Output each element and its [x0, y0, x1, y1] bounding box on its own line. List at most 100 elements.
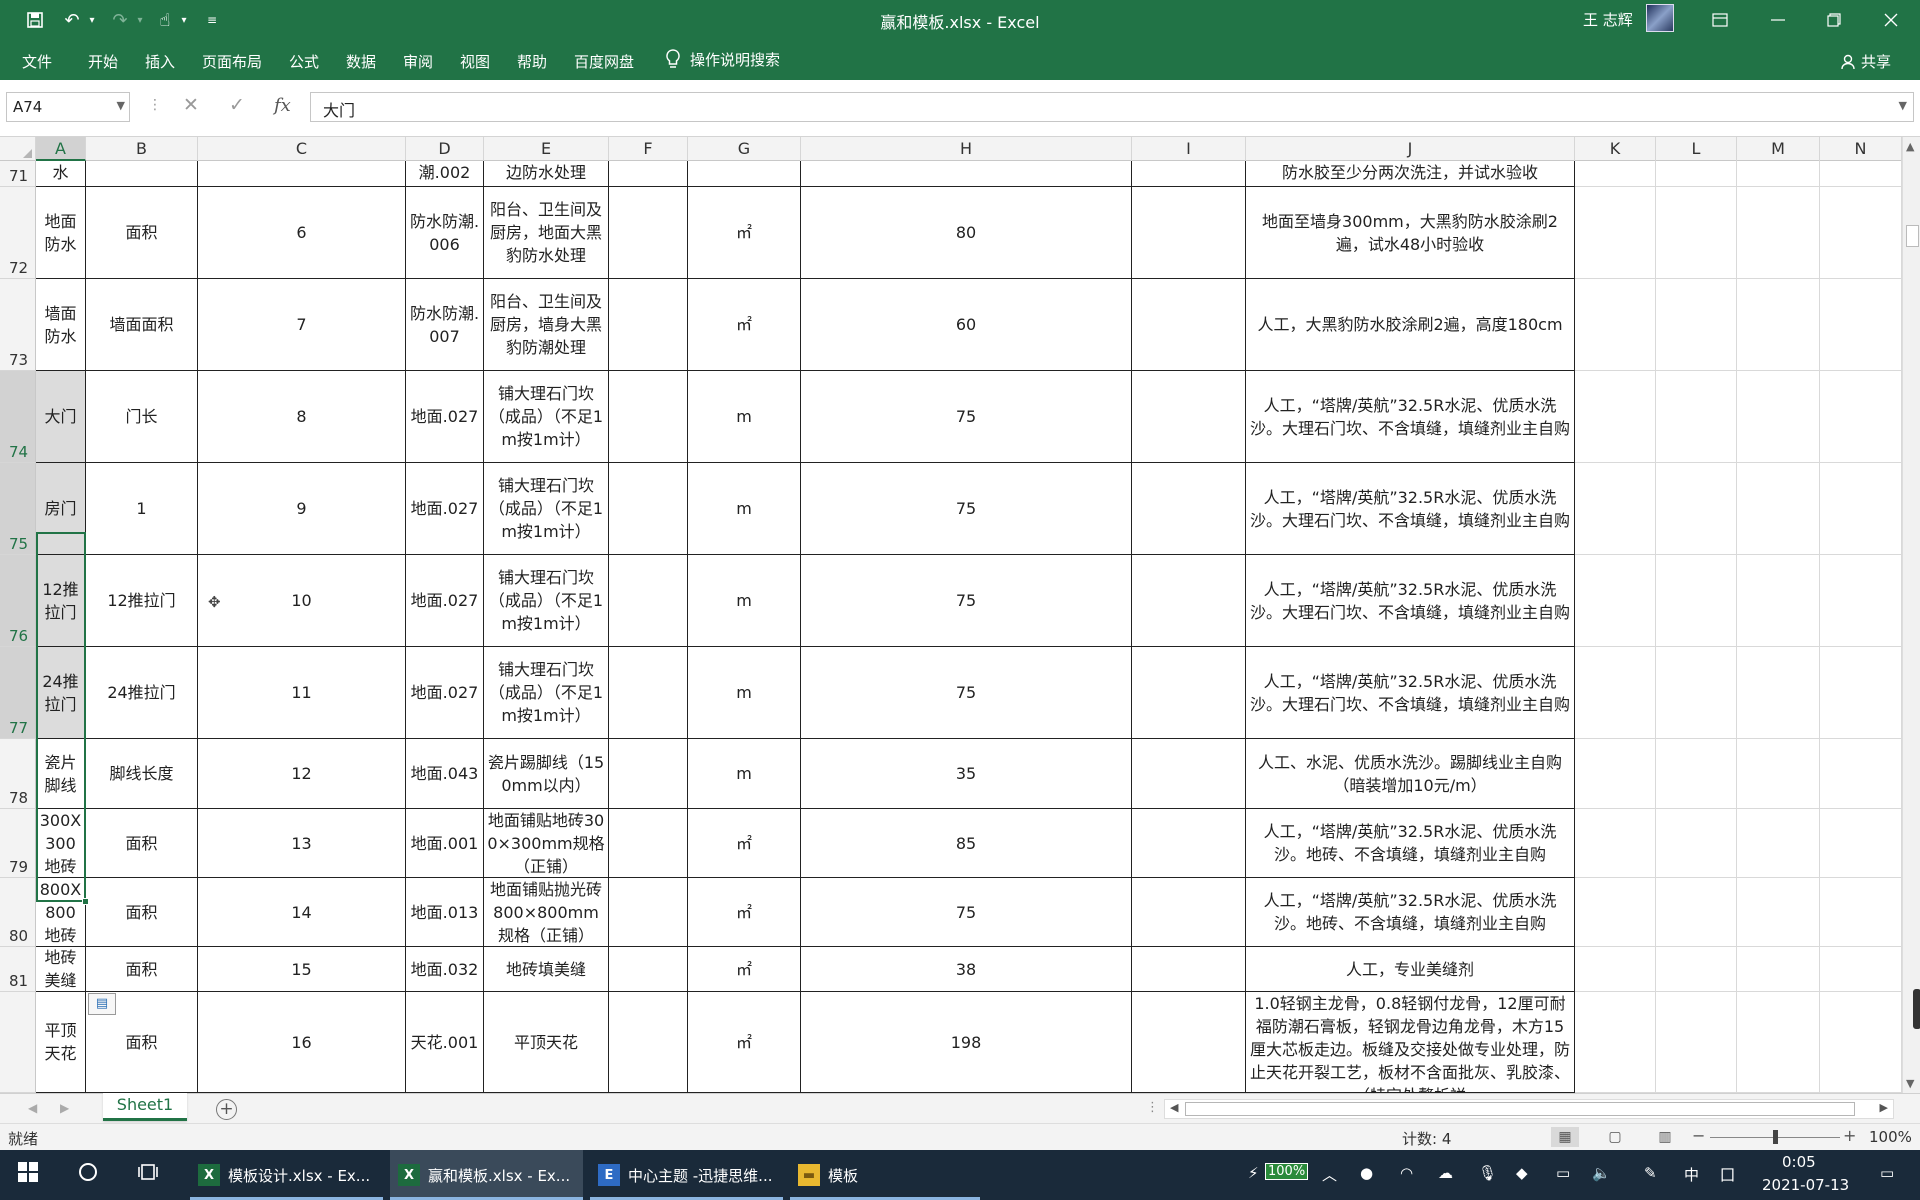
empty-cell[interactable] — [1575, 809, 1656, 878]
cell-anext[interactable]: 平顶天花 — [36, 992, 86, 1093]
tab-split-handle-icon[interactable]: ⋮ — [1146, 1100, 1159, 1115]
cell-f78[interactable] — [609, 739, 688, 809]
empty-cell[interactable] — [1656, 947, 1737, 992]
cell-j80[interactable]: 人工，“塔牌/英航”32.5R水泥、优质水洗沙。地砖、不含填缝，填缝剂业主自购 — [1246, 878, 1575, 947]
empty-cell[interactable] — [1656, 279, 1737, 371]
empty-cell[interactable] — [1737, 555, 1820, 647]
cell-inext[interactable] — [1132, 992, 1246, 1093]
cell-d81[interactable]: 地面.032 — [406, 947, 484, 992]
empty-cell[interactable] — [1820, 647, 1902, 739]
customize-qat-icon[interactable]: ≡ — [204, 8, 220, 32]
cell-h75[interactable]: 75 — [801, 463, 1132, 555]
cell-b79[interactable]: 面积 — [86, 809, 198, 878]
sheet-tab[interactable]: Sheet1 — [103, 1093, 187, 1121]
empty-cell[interactable] — [1575, 555, 1656, 647]
horizontal-scrollbar[interactable]: ◀ ▶ — [1164, 1099, 1894, 1119]
cell-d76[interactable]: 地面.027 — [406, 555, 484, 647]
empty-cell[interactable] — [1820, 279, 1902, 371]
select-all-button[interactable] — [0, 137, 36, 161]
column-header-b[interactable]: B — [86, 137, 198, 161]
cell-h81[interactable]: 38 — [801, 947, 1132, 992]
touch-mode-icon[interactable]: ☝ — [152, 8, 178, 32]
name-box[interactable]: A74 ▼ — [6, 92, 130, 122]
cell-b74[interactable]: 门长 — [86, 371, 198, 463]
cell-d74[interactable]: 地面.027 — [406, 371, 484, 463]
wechat-icon[interactable]: ● — [1360, 1164, 1373, 1182]
cell-f72[interactable] — [609, 187, 688, 279]
cell-c72[interactable]: 6 — [198, 187, 406, 279]
cell-d77[interactable]: 地面.027 — [406, 647, 484, 739]
cell-a76[interactable]: 12推拉门 — [36, 555, 86, 647]
column-header-l[interactable]: L — [1656, 137, 1737, 161]
status-count[interactable]: 计数: 4 — [1402, 1128, 1451, 1149]
cell-j81[interactable]: 人工，专业美缝剂 — [1246, 947, 1575, 992]
cell-j71[interactable]: 防水胶至少分两次洗注，并试水验收 — [1246, 161, 1575, 187]
cell-i71[interactable] — [1132, 161, 1246, 187]
cell-e73[interactable]: 阳台、卫生间及厨房，墙身大黑豹防潮处理 — [484, 279, 609, 371]
zoom-slider-thumb[interactable] — [1773, 1130, 1778, 1144]
cell-e77[interactable]: 铺大理石门坎（成品）（不足1m按1m计） — [484, 647, 609, 739]
page-layout-view-icon[interactable]: ▢ — [1601, 1127, 1629, 1147]
tell-me-search[interactable]: 操作说明搜索 — [664, 48, 780, 70]
empty-cell[interactable] — [1820, 739, 1902, 809]
cell-g77[interactable]: m — [688, 647, 801, 739]
row-header[interactable]: 74 — [0, 371, 36, 463]
cell-a72[interactable]: 地面防水 — [36, 187, 86, 279]
prev-sheet-icon[interactable]: ◀ — [28, 1101, 37, 1115]
cell-f75[interactable] — [609, 463, 688, 555]
cell-d73[interactable]: 防水防潮.007 — [406, 279, 484, 371]
scroll-up-icon[interactable]: ▲ — [1906, 140, 1914, 153]
undo-dropdown-icon[interactable]: ▾ — [86, 8, 98, 32]
empty-cell[interactable] — [1737, 647, 1820, 739]
search-icon[interactable] — [78, 1162, 98, 1187]
horizontal-scroll-thumb[interactable] — [1185, 1102, 1855, 1116]
empty-cell[interactable] — [1656, 992, 1737, 1093]
cell-f76[interactable] — [609, 555, 688, 647]
cell-c74[interactable]: 8 — [198, 371, 406, 463]
cell-d78[interactable]: 地面.043 — [406, 739, 484, 809]
tab-help[interactable]: 帮助 — [517, 51, 547, 72]
empty-cell[interactable] — [1656, 739, 1737, 809]
empty-cell[interactable] — [1656, 463, 1737, 555]
cell-c71[interactable] — [198, 161, 406, 187]
row-header[interactable]: 77 — [0, 647, 36, 739]
cell-e80[interactable]: 地面铺贴抛光砖800×800mm规格（正铺） — [484, 878, 609, 947]
cell-h77[interactable]: 75 — [801, 647, 1132, 739]
cell-dnext[interactable]: 天花.001 — [406, 992, 484, 1093]
empty-cell[interactable] — [1820, 463, 1902, 555]
empty-cell[interactable] — [1737, 161, 1820, 187]
tab-insert[interactable]: 插入 — [145, 51, 175, 72]
cell-i75[interactable] — [1132, 463, 1246, 555]
column-header-n[interactable]: N — [1820, 137, 1902, 161]
cell-j76[interactable]: 人工，“塔牌/英航”32.5R水泥、优质水洗沙。大理石门坎、不含填缝，填缝剂业主… — [1246, 555, 1575, 647]
cell-e78[interactable]: 瓷片踢脚线（150mm以内） — [484, 739, 609, 809]
cell-j77[interactable]: 人工，“塔牌/英航”32.5R水泥、优质水洗沙。大理石门坎、不含填缝，填缝剂业主… — [1246, 647, 1575, 739]
empty-cell[interactable] — [1820, 878, 1902, 947]
scroll-thumb[interactable] — [1906, 225, 1919, 247]
empty-cell[interactable] — [1820, 371, 1902, 463]
enter-icon[interactable]: ✓ — [229, 94, 245, 116]
cell-h73[interactable]: 60 — [801, 279, 1132, 371]
insert-function-icon[interactable]: fx — [274, 95, 291, 116]
row-header[interactable]: 81 — [0, 947, 36, 992]
cell-e76[interactable]: 铺大理石门坎（成品）（不足1m按1m计） — [484, 555, 609, 647]
cell-g79[interactable]: ㎡ — [688, 809, 801, 878]
cell-d79[interactable]: 地面.001 — [406, 809, 484, 878]
cell-e79[interactable]: 地面铺贴地砖300×300mm规格（正铺） — [484, 809, 609, 878]
zoom-in-icon[interactable]: + — [1843, 1126, 1856, 1145]
volume-icon[interactable]: 🔈 — [1592, 1164, 1611, 1182]
cell-a77[interactable]: 24推拉门 — [36, 647, 86, 739]
cell-f74[interactable] — [609, 371, 688, 463]
cell-c75[interactable]: 9 — [198, 463, 406, 555]
empty-cell[interactable] — [1737, 809, 1820, 878]
cell-b72[interactable]: 面积 — [86, 187, 198, 279]
app-tray-icon[interactable]: ◆ — [1516, 1164, 1528, 1182]
empty-cell[interactable] — [1820, 809, 1902, 878]
chevron-down-icon[interactable]: ▼ — [117, 99, 125, 112]
cell-j78[interactable]: 人工、水泥、优质水洗沙。踢脚线业主自购（暗装增加10元/m） — [1246, 739, 1575, 809]
expand-formula-icon[interactable]: ▼ — [1899, 99, 1907, 112]
cell-d75[interactable]: 地面.027 — [406, 463, 484, 555]
row-header[interactable]: 79 — [0, 809, 36, 878]
empty-cell[interactable] — [1656, 161, 1737, 187]
cell-e72[interactable]: 阳台、卫生间及厨房，地面大黑豹防水处理 — [484, 187, 609, 279]
